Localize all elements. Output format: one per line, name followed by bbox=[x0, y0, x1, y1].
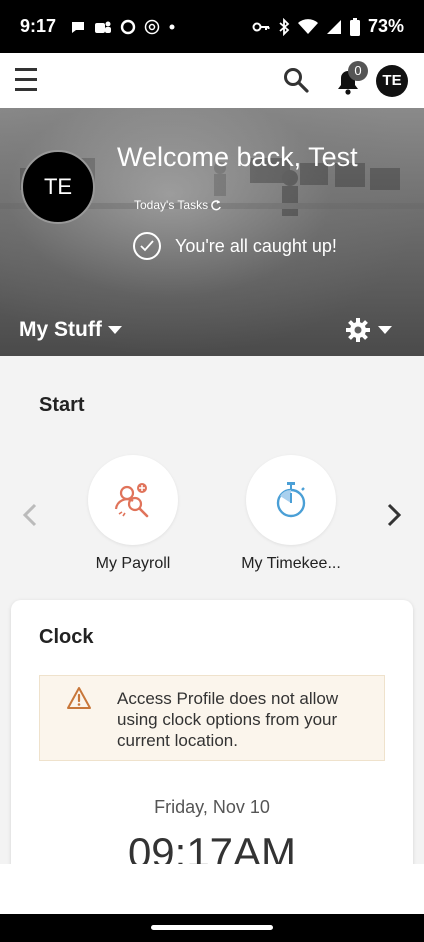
my-timekeeping-label: My Timekee... bbox=[241, 555, 341, 572]
status-bar: 9:17 73% bbox=[0, 0, 424, 53]
battery-percent: 73% bbox=[367, 16, 404, 36]
status-right: 73% bbox=[252, 16, 404, 37]
dot-icon bbox=[169, 24, 175, 29]
my-timekeeping-tile[interactable]: My Timekee... bbox=[221, 455, 361, 573]
bluetooth-icon bbox=[279, 17, 290, 36]
user-avatar[interactable]: TE bbox=[21, 150, 95, 224]
caret-down-icon bbox=[107, 326, 122, 334]
search-button[interactable] bbox=[282, 66, 310, 94]
chat-bubble-icon bbox=[72, 21, 85, 33]
clock-date: Friday, Nov 10 bbox=[154, 797, 270, 817]
circle-icon bbox=[120, 19, 136, 34]
checkmark-circle-icon bbox=[133, 232, 161, 260]
at-sign-icon bbox=[144, 19, 160, 34]
my-stuff-content: Start My Payroll My Timekee... Clock Acc… bbox=[0, 356, 424, 864]
teams-icon bbox=[95, 21, 112, 33]
my-payroll-label: My Payroll bbox=[95, 555, 171, 572]
my-stuff-dropdown[interactable]: My Stuff bbox=[19, 318, 122, 342]
caught-up-status: You're all caught up! bbox=[133, 232, 337, 260]
chevron-left-icon bbox=[22, 503, 37, 527]
my-stuff-label: My Stuff bbox=[19, 318, 102, 341]
carousel-prev-button[interactable] bbox=[20, 501, 40, 534]
clock-card: Clock Access Profile does not allow usin… bbox=[11, 600, 413, 864]
clock-time: 09:17AM bbox=[127, 829, 297, 864]
bottom-bar bbox=[0, 864, 424, 914]
welcome-heading: Welcome back, Test bbox=[117, 142, 358, 172]
carousel-next-button[interactable] bbox=[384, 501, 404, 534]
clock-card-title: Clock bbox=[39, 626, 94, 648]
home-gesture-handle[interactable] bbox=[151, 925, 273, 930]
status-time: 9:17 bbox=[20, 16, 57, 36]
stopwatch-icon bbox=[276, 482, 306, 518]
warning-icon bbox=[67, 687, 91, 709]
gear-icon bbox=[346, 318, 370, 342]
signal-icon bbox=[326, 19, 341, 34]
caret-down-icon bbox=[378, 326, 392, 334]
battery-icon bbox=[349, 17, 360, 36]
key-icon bbox=[252, 22, 270, 31]
profile-avatar-button[interactable]: TE bbox=[376, 65, 408, 97]
top-app-bar: 0 TE bbox=[0, 53, 424, 108]
location-warning-alert: Access Profile does not allow using cloc… bbox=[39, 675, 385, 761]
timekeeping-tile-circle bbox=[246, 455, 336, 545]
refresh-icon bbox=[211, 200, 221, 211]
wifi-icon bbox=[297, 18, 318, 34]
search-icon bbox=[284, 68, 309, 93]
chevron-right-icon bbox=[387, 503, 402, 527]
caught-up-text: You're all caught up! bbox=[175, 235, 337, 256]
start-section-title: Start bbox=[39, 394, 85, 416]
status-left: 9:17 bbox=[20, 16, 176, 37]
todays-tasks-label: Today's Tasks bbox=[134, 198, 209, 212]
settings-dropdown[interactable] bbox=[346, 318, 392, 342]
notification-count-badge: 0 bbox=[348, 61, 368, 81]
menu-icon bbox=[15, 68, 37, 71]
system-nav-bar bbox=[0, 914, 424, 942]
menu-icon-bar bbox=[15, 78, 37, 81]
my-payroll-tile[interactable]: My Payroll bbox=[63, 455, 203, 573]
welcome-banner: TE Welcome back, Test Today's Tasks You'… bbox=[0, 108, 424, 356]
payroll-icon bbox=[114, 483, 149, 518]
payroll-tile-circle bbox=[88, 455, 178, 545]
menu-icon-bar bbox=[15, 88, 37, 91]
menu-button[interactable] bbox=[15, 68, 37, 92]
todays-tasks-link[interactable]: Today's Tasks bbox=[134, 198, 222, 212]
warning-message: Access Profile does not allow using cloc… bbox=[117, 689, 339, 750]
